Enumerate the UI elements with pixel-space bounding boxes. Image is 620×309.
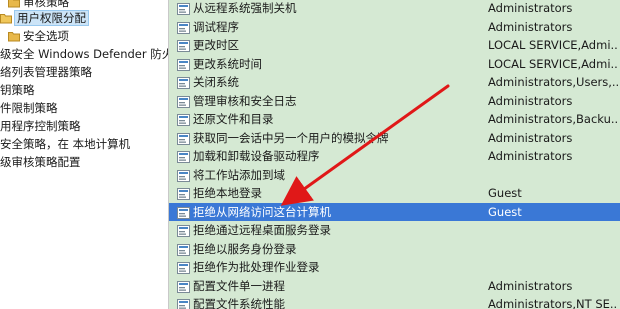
policy-settings-icon	[177, 187, 190, 200]
folder-icon	[8, 29, 20, 42]
policy-name: 配置文件单一进程	[193, 278, 285, 293]
policy-row[interactable]: 更改时区 LOCAL SERVICE,Admi...	[169, 36, 620, 54]
policy-row[interactable]: 配置文件系统性能 Administrators,NT SE...	[169, 295, 620, 309]
policy-name: 调试程序	[193, 19, 239, 34]
tree-item[interactable]: 安全策略，在 本地计算机	[0, 135, 130, 153]
tree-item-label: 级审核策略配置	[0, 155, 81, 169]
policy-settings-icon	[177, 2, 190, 15]
policy-settings-icon	[177, 243, 190, 256]
security-setting: Administrators,NT SE...	[488, 297, 618, 309]
folder-open-icon	[0, 11, 12, 24]
policy-settings-icon	[177, 21, 190, 34]
policy-row[interactable]: 拒绝通过远程桌面服务登录	[169, 221, 620, 239]
security-setting: Guest	[488, 186, 522, 200]
policy-settings-icon	[177, 58, 190, 71]
policy-settings-icon	[177, 95, 190, 108]
policy-row[interactable]: 配置文件单一进程 Administrators	[169, 277, 620, 295]
policy-name: 加载和卸载设备驱动程序	[193, 149, 320, 163]
security-setting: Administrators	[488, 1, 573, 15]
tree-item[interactable]: 件限制策略	[0, 99, 58, 117]
policy-row[interactable]: 关闭系统 Administrators,Users,...	[169, 73, 620, 91]
tree-item-label: 审核策略	[23, 0, 69, 9]
policy-row[interactable]: 更改系统时间 LOCAL SERVICE,Admi...	[169, 55, 620, 73]
policy-name: 从远程系统强制关机	[193, 1, 297, 15]
tree-item-label: 安全策略，在 本地计算机	[0, 137, 131, 151]
policy-row[interactable]: 还原文件和目录 Administrators,Backu...	[169, 110, 620, 128]
policy-settings-icon	[177, 169, 190, 182]
tree-item[interactable]: 用程序控制策略	[0, 117, 81, 135]
security-setting: Administrators	[488, 19, 573, 34]
security-setting: LOCAL SERVICE,Admi...	[488, 38, 618, 52]
tree-item-label: 用程序控制策略	[0, 119, 81, 133]
tree-item[interactable]: 络列表管理器策略	[0, 63, 92, 81]
policy-name: 拒绝本地登录	[193, 186, 262, 200]
policy-settings-icon	[177, 280, 190, 293]
policy-settings-icon	[177, 39, 190, 52]
policy-row[interactable]: 将工作站添加到域	[169, 166, 620, 184]
policy-name: 获取同一会话中另一个用户的模拟令牌	[193, 130, 389, 145]
policy-name: 更改系统时间	[193, 56, 262, 71]
tree-item-label: 络列表管理器策略	[0, 65, 92, 79]
policy-name: 将工作站添加到域	[193, 167, 285, 182]
security-setting: Administrators,Users,...	[488, 75, 618, 89]
security-setting: Administrators	[488, 149, 573, 163]
security-setting: Administrators	[488, 93, 573, 108]
tree-item[interactable]: 安全选项	[8, 27, 69, 45]
policy-name: 拒绝作为批处理作业登录	[193, 260, 320, 274]
policy-row[interactable]: 加载和卸载设备驱动程序 Administrators	[169, 147, 620, 165]
policy-name: 配置文件系统性能	[193, 297, 285, 309]
policy-settings-icon	[177, 132, 190, 145]
policy-name: 拒绝通过远程桌面服务登录	[193, 223, 331, 237]
policy-name: 拒绝以服务身份登录	[193, 241, 297, 256]
policy-settings-icon	[177, 261, 190, 274]
tree-item[interactable]: 级审核策略配置	[0, 153, 81, 171]
policy-settings-icon	[177, 76, 190, 89]
security-setting: LOCAL SERVICE,Admi...	[488, 56, 618, 71]
tree-item-label: 用户权限分配	[14, 10, 89, 26]
policy-name: 管理审核和安全日志	[193, 93, 297, 108]
policy-list: 从远程系统强制关机 Administrators 调试程序 Administrator…	[169, 0, 620, 309]
policy-settings-icon	[177, 206, 190, 219]
policy-settings-icon	[177, 298, 190, 309]
tree-item[interactable]: 级安全 Windows Defender 防火墙	[0, 45, 168, 63]
folder-icon	[8, 0, 20, 8]
policy-name: 还原文件和目录	[193, 112, 274, 126]
tree-item[interactable]: 钥策略	[0, 81, 35, 99]
policy-row[interactable]: 调试程序 Administrators	[169, 18, 620, 36]
tree-pane: 审核策略 用户权限分配安全选项级安全 Windows Defender 防火墙 络列…	[0, 0, 168, 309]
security-setting: Administrators	[488, 278, 573, 293]
policy-row[interactable]: 管理审核和安全日志 Administrators	[169, 92, 620, 110]
policy-row[interactable]: 获取同一会话中另一个用户的模拟令牌 Administrators	[169, 129, 620, 147]
policy-settings-icon	[177, 224, 190, 237]
policy-settings-icon	[177, 113, 190, 126]
policy-row[interactable]: 拒绝从网络访问这台计算机 Guest	[169, 202, 620, 221]
policy-settings-icon	[177, 150, 190, 163]
policy-row[interactable]: 拒绝本地登录 Guest	[169, 184, 620, 202]
policy-row[interactable]: 拒绝以服务身份登录	[169, 240, 620, 258]
tree-item[interactable]: 用户权限分配	[0, 9, 89, 27]
security-setting: Guest	[488, 204, 522, 219]
policy-name: 拒绝从网络访问这台计算机	[193, 204, 331, 219]
tree-item-label: 件限制策略	[0, 101, 58, 115]
policy-name: 关闭系统	[193, 75, 239, 89]
security-setting: Administrators	[488, 130, 573, 145]
tree-item-label: 安全选项	[23, 29, 69, 43]
tree-item-label: 级安全 Windows Defender 防火墙	[0, 47, 168, 61]
tree-item-label: 钥策略	[0, 83, 35, 97]
policy-row[interactable]: 拒绝作为批处理作业登录	[169, 258, 620, 276]
security-setting: Administrators,Backu...	[488, 112, 618, 126]
policy-row[interactable]: 从远程系统强制关机 Administrators	[169, 0, 620, 17]
policy-name: 更改时区	[193, 38, 239, 52]
